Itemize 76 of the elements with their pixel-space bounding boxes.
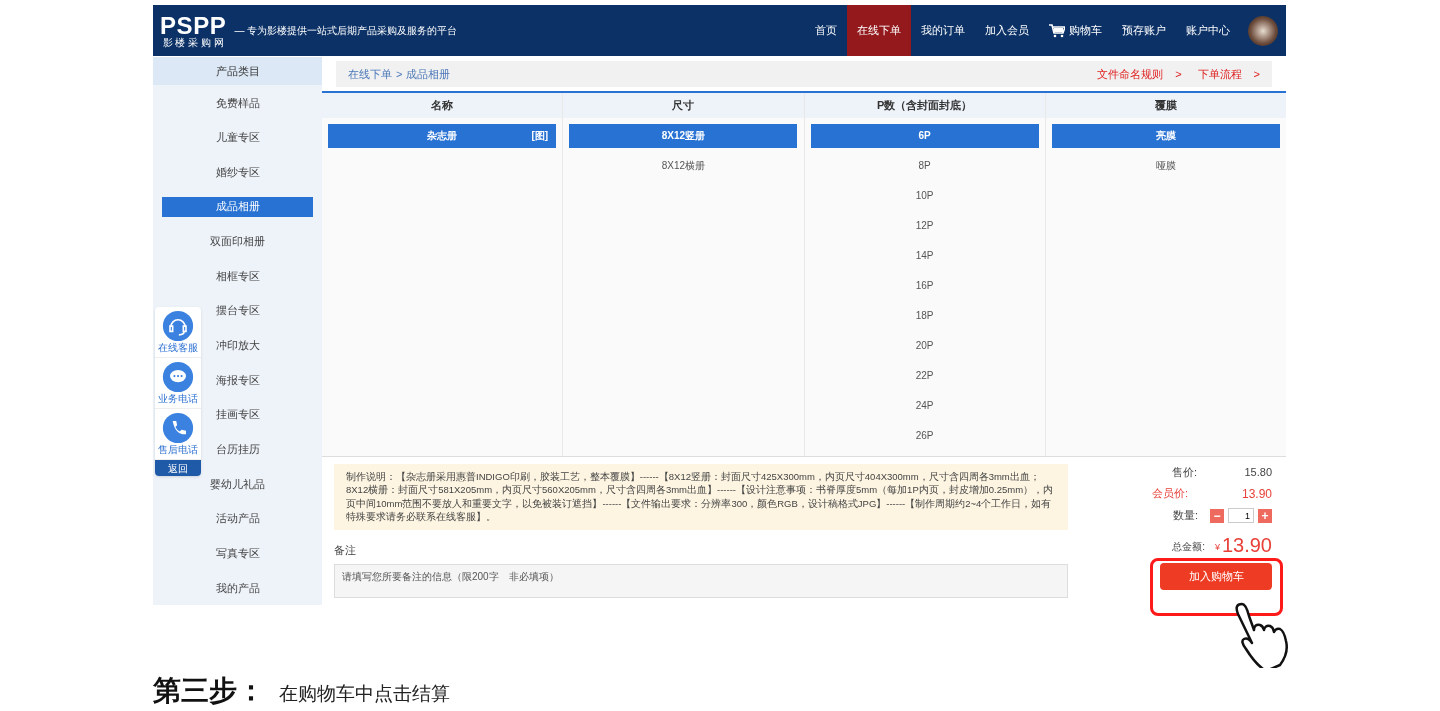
- category-item[interactable]: 摆台专区: [215, 300, 260, 321]
- category-item[interactable]: 挂画专区: [215, 404, 260, 425]
- image-tag[interactable]: [图]: [531, 128, 549, 143]
- nav-link[interactable]: 预存账户: [1112, 5, 1176, 56]
- step-instruction: 在购物车中点击结算: [279, 681, 450, 706]
- add-to-cart-button[interactable]: 加入购物车: [1160, 562, 1272, 590]
- contact-button[interactable]: 在线客服: [155, 307, 201, 358]
- column-header: 尺寸: [563, 92, 804, 118]
- option-item[interactable]: 杂志册 [图]: [328, 123, 557, 148]
- nav-link[interactable]: 账户中心: [1176, 5, 1240, 56]
- breadcrumb-separator: >: [396, 66, 403, 82]
- member-price-label: 会员价:: [1152, 486, 1189, 502]
- category-item[interactable]: 成品相册: [162, 196, 313, 217]
- option-item[interactable]: 8X12竖册: [569, 123, 798, 148]
- logo-subtitle: 影 楼 采 购 网: [162, 37, 224, 48]
- option-item[interactable]: 10P: [810, 183, 1039, 208]
- member-price-value: 13.90: [1241, 485, 1272, 503]
- option-item[interactable]: 6P: [810, 123, 1039, 148]
- avatar[interactable]: [1248, 15, 1278, 46]
- option-item[interactable]: 亮膜: [1051, 123, 1280, 148]
- headset-icon: [162, 310, 194, 342]
- nav-link[interactable]: 购物车: [1039, 5, 1112, 56]
- option-item[interactable]: 8X12横册: [569, 153, 798, 178]
- back-button[interactable]: 返回: [155, 460, 201, 476]
- help-link[interactable]: 下单流程 >: [1197, 65, 1260, 82]
- option-item[interactable]: 26P: [810, 423, 1039, 448]
- breadcrumb-link[interactable]: 在线下单: [348, 65, 392, 82]
- total-label: 总金额:: [1172, 539, 1205, 554]
- step-title: 第三步：: [153, 674, 265, 708]
- category-item[interactable]: 免费样品: [215, 92, 260, 113]
- option-item[interactable]: 20P: [810, 333, 1039, 358]
- tagline: — 专为影楼提供一站式后期产品采购及服务的平台: [234, 24, 458, 38]
- price-label: 售价:: [1172, 465, 1198, 481]
- option-item[interactable]: 18P: [810, 303, 1039, 328]
- category-item[interactable]: 双面印相册: [210, 231, 265, 252]
- nav-link[interactable]: 首页: [805, 5, 847, 56]
- option-item[interactable]: 14P: [810, 243, 1039, 268]
- column-header: 名称: [322, 92, 563, 118]
- currency-symbol: ¥: [1214, 541, 1220, 554]
- option-item[interactable]: 24P: [810, 393, 1039, 418]
- option-item[interactable]: 22P: [810, 363, 1039, 388]
- contact-button[interactable]: 业务电话: [155, 358, 201, 409]
- category-item[interactable]: 台历挂历: [215, 439, 260, 459]
- logo: PSPP: [160, 13, 227, 38]
- contact-button[interactable]: 售后电话: [155, 409, 201, 460]
- remark-field[interactable]: 请填写您所要备注的信息（限200字 非必填项）: [334, 564, 1068, 598]
- option-item[interactable]: 16P: [810, 273, 1039, 298]
- nav-link[interactable]: 我的订单: [911, 5, 975, 56]
- category-item[interactable]: 相框专区: [215, 266, 260, 286]
- category-item[interactable]: 婴幼儿礼品: [210, 474, 265, 494]
- total-amount: 13.90: [1221, 534, 1272, 555]
- category-item[interactable]: 写真专区: [215, 543, 260, 563]
- category-item[interactable]: 海报专区: [215, 370, 260, 390]
- option-item[interactable]: 12P: [810, 213, 1039, 238]
- help-link[interactable]: 文件命名规则 >: [1097, 65, 1182, 82]
- quantity-label: 数量:: [1172, 508, 1198, 524]
- chat-bubble-icon: [162, 361, 194, 393]
- cart-icon: [1049, 23, 1065, 38]
- option-item[interactable]: 8P: [810, 153, 1039, 178]
- nav-link[interactable]: 加入会员: [975, 5, 1039, 56]
- nav-link[interactable]: 在线下单: [847, 5, 911, 56]
- category-item[interactable]: 冲印放大: [215, 335, 260, 356]
- production-notes: 制作说明：【杂志册采用惠普INDIGO印刷，胶装工艺，整本覆膜】------【8X12竖册：封面尺寸425X300mm，内页尺寸404X300mm，尺寸含四周各3mm出血；8X12横册：封面尺寸581X205mm，内页尺寸560X205mm，尺寸含四周各3mm出血】------【设计注意事项：书脊厚度5mm（每加1P内页，封皮增加0.25mm），内页中间10mm范围不要放人和重要文字，以免被装订遮挡】------【文件输出要求：分辨率300，颜色RGB，设计稿格式JPG】------【制作周期约2~4个工作日，如有特殊要求请务必联系在线客服】。: [334, 463, 1068, 530]
- phone-icon: [162, 412, 194, 444]
- option-item[interactable]: 哑膜: [1051, 153, 1280, 178]
- remark-label: 备注: [334, 542, 357, 558]
- column-header: 覆膜: [1045, 92, 1286, 118]
- price-value: 15.80: [1244, 465, 1272, 481]
- category-item[interactable]: 儿童专区: [215, 127, 260, 148]
- category-item[interactable]: 活动产品: [215, 508, 260, 529]
- quantity-field[interactable]: 1: [1228, 508, 1254, 523]
- column-header: P数（含封面封底）: [804, 92, 1045, 118]
- category-item[interactable]: 我的产品: [215, 577, 260, 598]
- category-item[interactable]: 婚纱专区: [215, 162, 260, 182]
- sidebar-title: 产品类目: [153, 57, 322, 86]
- breadcrumb-link[interactable]: 成品相册: [406, 65, 451, 82]
